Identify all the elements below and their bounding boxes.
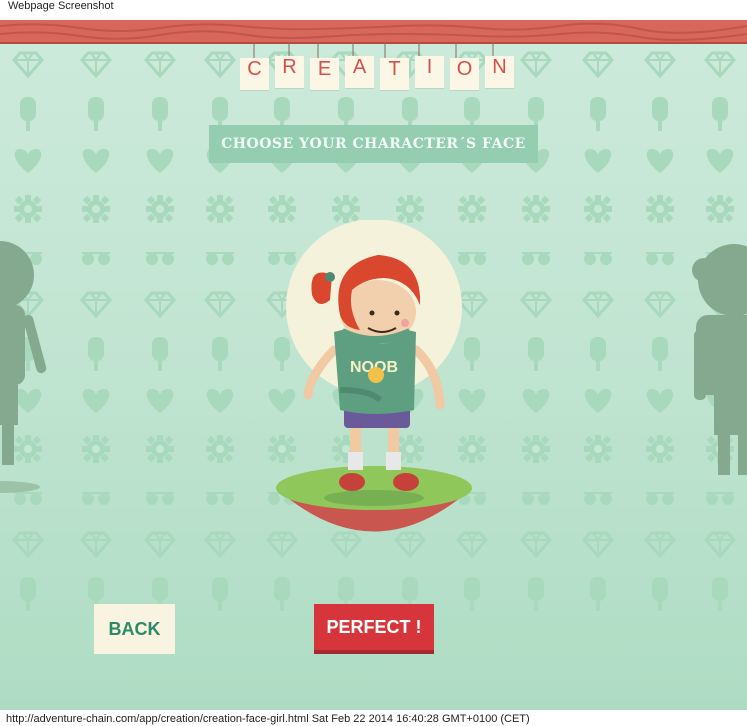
popsicle-icon xyxy=(712,97,728,131)
heart-icon xyxy=(14,149,42,173)
gear-icon xyxy=(206,435,234,463)
heart-icon xyxy=(584,389,612,413)
popsicle-icon xyxy=(590,97,606,131)
game-stage: NOOB C R E A T I xyxy=(0,20,747,710)
title-letter: O xyxy=(450,58,479,90)
heart-icon xyxy=(146,389,174,413)
heart-icon xyxy=(146,149,174,173)
gear-icon xyxy=(584,435,612,463)
heart-icon xyxy=(646,389,674,413)
sunglasses-icon xyxy=(521,492,551,506)
sunglasses-icon xyxy=(145,492,175,506)
title-letter: N xyxy=(485,56,514,88)
top-banner xyxy=(0,20,747,44)
instruction-text: CHOOSE YOUR CHARACTER´S FACE xyxy=(221,136,526,152)
diamond-icon xyxy=(80,531,112,558)
diamond-icon xyxy=(12,531,44,558)
sunglasses-icon xyxy=(521,252,551,266)
gear-icon xyxy=(146,195,174,223)
heart-icon xyxy=(206,389,234,413)
heart-icon xyxy=(706,149,734,173)
popsicle-icon xyxy=(652,337,668,371)
gear-icon xyxy=(14,195,42,223)
gear-icon xyxy=(268,195,296,223)
gear-icon xyxy=(82,195,110,223)
gear-icon xyxy=(522,435,550,463)
title-letter: E xyxy=(310,58,339,90)
diamond-icon xyxy=(582,291,614,318)
popsicle-icon xyxy=(152,337,168,371)
popsicle-icon xyxy=(88,337,104,371)
popsicle-icon xyxy=(590,337,606,371)
heart-icon xyxy=(82,389,110,413)
gear-icon xyxy=(396,195,424,223)
diamond-icon xyxy=(644,291,676,318)
diamond-icon xyxy=(80,291,112,318)
sunglasses-icon xyxy=(583,252,613,266)
sunglasses-icon xyxy=(205,252,235,266)
popsicle-icon xyxy=(212,577,228,611)
diamond-icon xyxy=(144,291,176,318)
sunglasses-icon xyxy=(145,252,175,266)
diamond-icon xyxy=(582,531,614,558)
sunglasses-icon xyxy=(583,492,613,506)
instruction-banner: CHOOSE YOUR CHARACTER´S FACE xyxy=(209,125,538,163)
character: NOOB xyxy=(276,220,472,532)
heart-icon xyxy=(82,149,110,173)
title-letter: I xyxy=(415,56,444,88)
gear-icon xyxy=(706,195,734,223)
diamond-icon xyxy=(204,291,236,318)
gear-icon xyxy=(522,195,550,223)
gear-icon xyxy=(206,195,234,223)
popsicle-icon xyxy=(528,337,544,371)
popsicle-icon xyxy=(274,577,290,611)
back-button[interactable]: BACK xyxy=(94,604,175,654)
sunglasses-icon xyxy=(81,492,111,506)
sunglasses-icon xyxy=(205,492,235,506)
popsicle-icon xyxy=(590,577,606,611)
gear-icon xyxy=(646,195,674,223)
popsicle-icon xyxy=(212,337,228,371)
title-letter: C xyxy=(240,58,269,90)
popsicle-icon xyxy=(20,577,36,611)
diamond-icon xyxy=(520,291,552,318)
gear-icon xyxy=(646,435,674,463)
gear-icon xyxy=(146,435,174,463)
popsicle-icon xyxy=(464,577,480,611)
title-letter: R xyxy=(275,56,304,88)
creation-title: C R E A T I O N xyxy=(240,56,514,90)
silhouette-right xyxy=(692,244,747,475)
sunglasses-icon xyxy=(645,492,675,506)
diamond-icon xyxy=(704,531,736,558)
diamond-icon xyxy=(520,531,552,558)
url-footer: http://adventure-chain.com/app/creation/… xyxy=(6,713,530,725)
gear-icon xyxy=(332,195,360,223)
popsicle-icon xyxy=(20,97,36,131)
diamond-icon xyxy=(144,531,176,558)
sunglasses-icon xyxy=(81,252,111,266)
perfect-button[interactable]: PERFECT ! xyxy=(314,604,434,654)
gear-icon xyxy=(82,435,110,463)
diamond-icon xyxy=(644,531,676,558)
popsicle-icon xyxy=(652,97,668,131)
popsicle-icon xyxy=(88,97,104,131)
heart-icon xyxy=(646,149,674,173)
popsicle-icon xyxy=(712,577,728,611)
heart-icon xyxy=(584,149,612,173)
title-letter: T xyxy=(380,58,409,90)
popsicle-icon xyxy=(652,577,668,611)
gear-icon xyxy=(458,195,486,223)
title-letter: A xyxy=(345,56,374,88)
silhouette-left xyxy=(0,241,47,493)
screenshot-caption: Webpage Screenshot xyxy=(8,0,114,12)
gear-icon xyxy=(584,195,612,223)
popsicle-icon xyxy=(152,97,168,131)
sunglasses-icon xyxy=(645,252,675,266)
diamond-icon xyxy=(204,531,236,558)
popsicle-icon xyxy=(528,577,544,611)
heart-icon xyxy=(522,389,550,413)
